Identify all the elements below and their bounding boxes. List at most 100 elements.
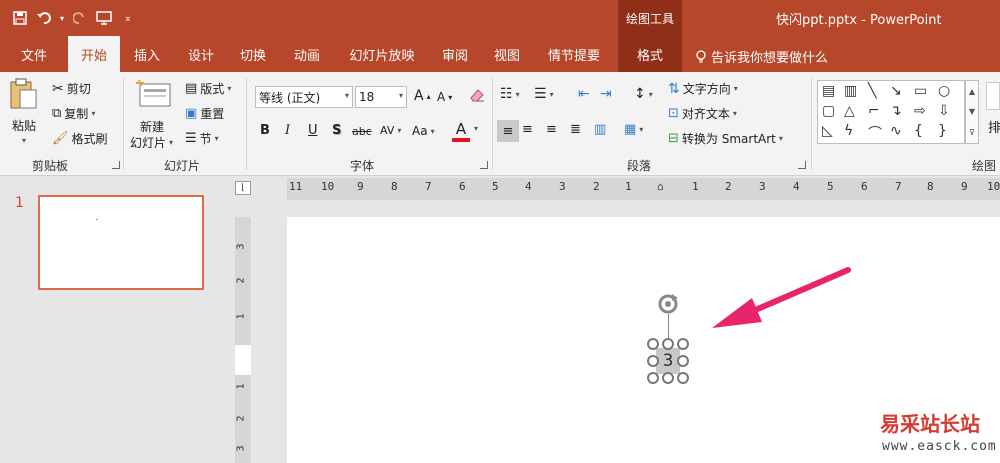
more-shapes-icon[interactable]: ⊽ (969, 128, 975, 137)
align-right-button[interactable]: ≡ (546, 122, 557, 137)
tab-transitions[interactable]: 切换 (228, 36, 278, 72)
rounded-rect-shape-icon[interactable]: ▢ (822, 103, 835, 119)
triangle-shape-icon[interactable]: △ (844, 103, 855, 119)
resize-handle-e[interactable] (677, 355, 689, 367)
clipboard-launcher-icon[interactable] (112, 161, 120, 169)
text-direction-button[interactable]: ⇅ 文字方向 ▾ (668, 80, 738, 97)
new-slide-button[interactable] (136, 80, 172, 110)
decrease-indent-button[interactable]: ⇤ (578, 86, 590, 102)
copy-button[interactable]: ⧉ 复制 ▾ (52, 105, 95, 122)
font-color-button[interactable]: A (452, 120, 470, 142)
shadow-button[interactable]: S (332, 123, 341, 138)
horizontal-ruler[interactable]: 11 10 9 8 7 6 5 4 3 2 1 ⌂ 1 2 3 4 5 6 7 … (287, 178, 1000, 200)
scroll-up-icon[interactable]: ▲ (969, 87, 975, 96)
section-button[interactable]: ☰ 节 ▾ (185, 130, 219, 147)
paste-dropdown-icon[interactable]: ▾ (22, 136, 26, 145)
shapes-scroll[interactable]: ▲ ▼ ⊽ (965, 80, 979, 144)
strikethrough-button[interactable]: abc (352, 125, 372, 138)
tab-slideshow[interactable]: 幻灯片放映 (336, 36, 428, 72)
layout-button[interactable]: ▤ 版式 ▾ (185, 80, 231, 97)
resize-handle-n[interactable] (662, 338, 674, 350)
arrow-line-shape-icon[interactable]: ↘ (890, 83, 902, 99)
resize-handle-ne[interactable] (677, 338, 689, 350)
copy-label: 复制 (64, 107, 89, 121)
italic-button[interactable]: I (285, 123, 290, 138)
copy-dropdown-icon[interactable]: ▾ (91, 109, 95, 118)
present-icon[interactable] (94, 7, 114, 29)
ruler-tick: 4 (793, 180, 800, 193)
customize-qat-icon[interactable]: ⌅ (118, 7, 138, 29)
reset-button[interactable]: ▣ 重置 (185, 105, 224, 122)
tab-home[interactable]: 开始 (68, 36, 120, 72)
tab-animations[interactable]: 动画 (282, 36, 332, 72)
arrange-icon[interactable] (986, 82, 1000, 110)
tab-insert[interactable]: 插入 (122, 36, 172, 72)
numbering-button[interactable]: ☰ ▾ (534, 86, 554, 102)
left-brace-shape-icon[interactable]: { (914, 123, 923, 139)
slide-thumbnail[interactable] (38, 195, 204, 290)
columns-button[interactable]: ▦ ▾ (624, 122, 643, 137)
font-color-dropdown-icon[interactable]: ▾ (474, 124, 478, 133)
right-brace-shape-icon[interactable]: } (938, 123, 947, 139)
grow-font-button[interactable]: A ▴ (414, 88, 431, 104)
ruler-zero-marker[interactable]: ⌂ (657, 180, 664, 193)
scroll-down-icon[interactable]: ▼ (969, 107, 975, 116)
underline-button[interactable]: U (308, 123, 318, 138)
tab-format[interactable]: 格式 (618, 36, 682, 72)
format-painter-button[interactable]: 🖌 格式刷 (52, 130, 108, 147)
tab-view[interactable]: 视图 (482, 36, 532, 72)
font-launcher-icon[interactable] (480, 161, 488, 169)
right-arrow-shape-icon[interactable]: ⇨ (914, 103, 926, 119)
rectangle-shape-icon[interactable]: ▭ (914, 83, 927, 99)
char-spacing-button[interactable]: AV ▾ (380, 124, 401, 137)
align-center-button[interactable]: ≡ (522, 122, 533, 137)
font-name-combo[interactable]: 等线 (正文) ▾ (255, 86, 353, 108)
change-case-button[interactable]: Aa ▾ (412, 124, 435, 138)
undo-icon[interactable] (34, 7, 54, 29)
tab-storyboard[interactable]: 情节提要 (536, 36, 612, 72)
down-arrow-shape-icon[interactable]: ⇩ (938, 103, 950, 119)
paste-button[interactable] (8, 78, 38, 110)
save-icon[interactable] (10, 7, 30, 29)
tell-me-box[interactable]: 告诉我你想要做什么 (695, 47, 828, 66)
shapes-gallery[interactable]: ▤ ▥ ╲ ↘ ▭ ○ ▢ △ ⌐ ↴ ⇨ ⇩ ◺ ϟ ⌒ ∿ { } (817, 80, 965, 144)
scribble-shape-icon[interactable]: ϟ (844, 123, 853, 139)
line-shape-icon[interactable]: ╲ (868, 83, 876, 99)
align-left-button[interactable]: ≡ (497, 120, 519, 142)
textbox-shape-icon[interactable]: ▤ (822, 83, 835, 99)
vertical-ruler[interactable]: 3 2 1 1 2 3 (235, 217, 251, 463)
elbow-arrow-shape-icon[interactable]: ↴ (890, 103, 902, 119)
tab-stop-selector[interactable]: ⌊ (235, 181, 251, 195)
align-text-button[interactable]: ⊡ 对齐文本 ▾ (668, 105, 737, 122)
paragraph-launcher-icon[interactable] (798, 161, 806, 169)
tab-design[interactable]: 设计 (176, 36, 226, 72)
distributed-button[interactable]: ▥ (594, 122, 606, 137)
curve-shape-icon[interactable]: ∿ (890, 123, 902, 139)
vertical-textbox-shape-icon[interactable]: ▥ (844, 83, 857, 99)
resize-handle-w[interactable] (647, 355, 659, 367)
cut-button[interactable]: ✂ 剪切 (52, 80, 91, 97)
oval-shape-icon[interactable]: ○ (938, 83, 950, 99)
bold-button[interactable]: B (260, 123, 270, 138)
tab-file[interactable]: 文件 (8, 36, 60, 72)
freeform-shape-icon[interactable]: ◺ (822, 123, 833, 139)
elbow-connector-shape-icon[interactable]: ⌐ (868, 103, 880, 119)
shrink-font-button[interactable]: A ▾ (437, 90, 452, 104)
resize-handle-nw[interactable] (647, 338, 659, 350)
font-size-combo[interactable]: 18 ▾ (355, 86, 407, 108)
arc-shape-icon[interactable]: ⌒ (868, 123, 882, 143)
tab-review[interactable]: 审阅 (430, 36, 480, 72)
increase-indent-button[interactable]: ⇥ (600, 86, 612, 102)
resize-handle-s[interactable] (662, 372, 674, 384)
justify-button[interactable]: ≣ (570, 122, 581, 137)
new-slide-dropdown-icon[interactable]: ▾ (169, 138, 173, 147)
watermark-url: www.easck.com (882, 439, 997, 454)
smartart-button[interactable]: ⊟ 转换为 SmartArt ▾ (668, 130, 783, 147)
bullets-button[interactable]: ☷ ▾ (500, 86, 520, 102)
resize-handle-se[interactable] (677, 372, 689, 384)
resize-handle-sw[interactable] (647, 372, 659, 384)
undo-dropdown-icon[interactable]: ▾ (58, 7, 66, 29)
ruler-tick: 11 (289, 180, 303, 193)
line-spacing-button[interactable]: ↕ ▾ (634, 86, 653, 102)
clear-format-button[interactable] (468, 86, 486, 104)
